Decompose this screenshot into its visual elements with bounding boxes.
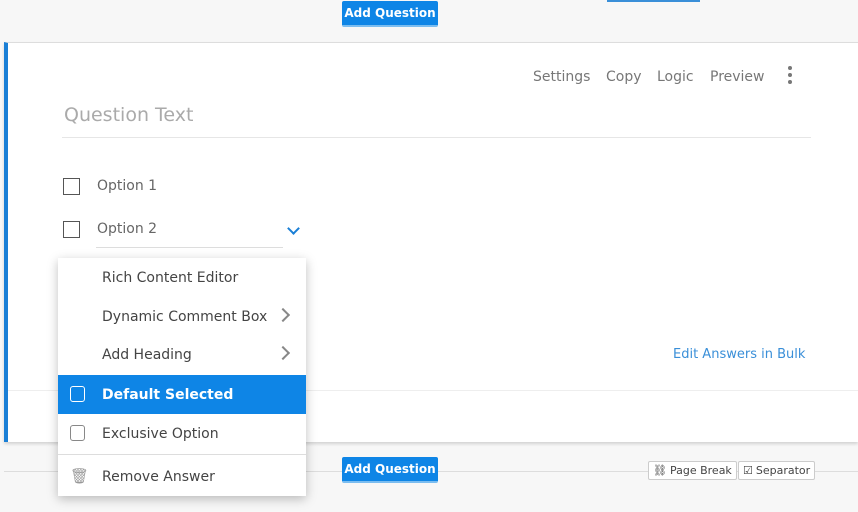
menu-item-label: Default Selected (102, 386, 234, 403)
menu-item-remove-answer[interactable]: 🗑 Remove Answer (58, 457, 306, 496)
option-2-checkbox[interactable] (63, 221, 80, 238)
option-1-checkbox[interactable] (63, 178, 80, 195)
page-break-icon: ⛓ (653, 464, 667, 477)
top-link-underline[interactable] (607, 0, 700, 2)
option-2-input[interactable]: Option 2 (97, 221, 157, 237)
menu-item-label: Exclusive Option (102, 425, 219, 442)
chevron-right-icon (275, 307, 291, 323)
menu-item-label: Remove Answer (102, 468, 215, 485)
menu-item-dynamic-comment-box[interactable]: Dynamic Comment Box (58, 297, 306, 336)
add-question-button-bottom[interactable]: Add Question (342, 457, 438, 483)
separator-button[interactable]: ☑ Separator (738, 461, 816, 480)
separator-label: Separator (755, 464, 811, 477)
page-break-label: Page Break (669, 464, 732, 477)
chevron-right-icon (275, 345, 291, 361)
preview-link[interactable]: Preview (710, 69, 765, 85)
question-underline (62, 137, 811, 138)
copy-link[interactable]: Copy (606, 69, 642, 85)
menu-item-exclusive-option[interactable]: Exclusive Option (58, 414, 306, 453)
page-break-button[interactable]: ⛓ Page Break (648, 461, 737, 480)
menu-item-label: Add Heading (102, 346, 192, 363)
checkbox-icon[interactable] (70, 425, 85, 441)
check-square-icon: ☑ (743, 464, 753, 477)
logic-link[interactable]: Logic (657, 69, 694, 85)
trash-icon: 🗑 (70, 467, 90, 485)
menu-item-label: Rich Content Editor (102, 269, 239, 286)
menu-item-default-selected[interactable]: Default Selected (58, 375, 306, 414)
option-context-menu: Rich Content Editor Dynamic Comment Box … (58, 258, 306, 496)
more-vertical-icon[interactable] (788, 66, 793, 84)
option-1-label[interactable]: Option 1 (97, 178, 157, 194)
menu-item-label: Dynamic Comment Box (102, 308, 268, 325)
settings-link[interactable]: Settings (533, 69, 590, 85)
add-question-button-top[interactable]: Add Question (342, 1, 438, 27)
question-text-input[interactable]: Question Text (64, 104, 193, 126)
checkbox-icon[interactable] (70, 386, 85, 402)
menu-divider (58, 454, 306, 455)
menu-item-rich-content-editor[interactable]: Rich Content Editor (58, 258, 306, 297)
option-2-underline (96, 247, 283, 248)
menu-item-add-heading[interactable]: Add Heading (58, 335, 306, 374)
edit-answers-bulk-link[interactable]: Edit Answers in Bulk (673, 347, 805, 362)
